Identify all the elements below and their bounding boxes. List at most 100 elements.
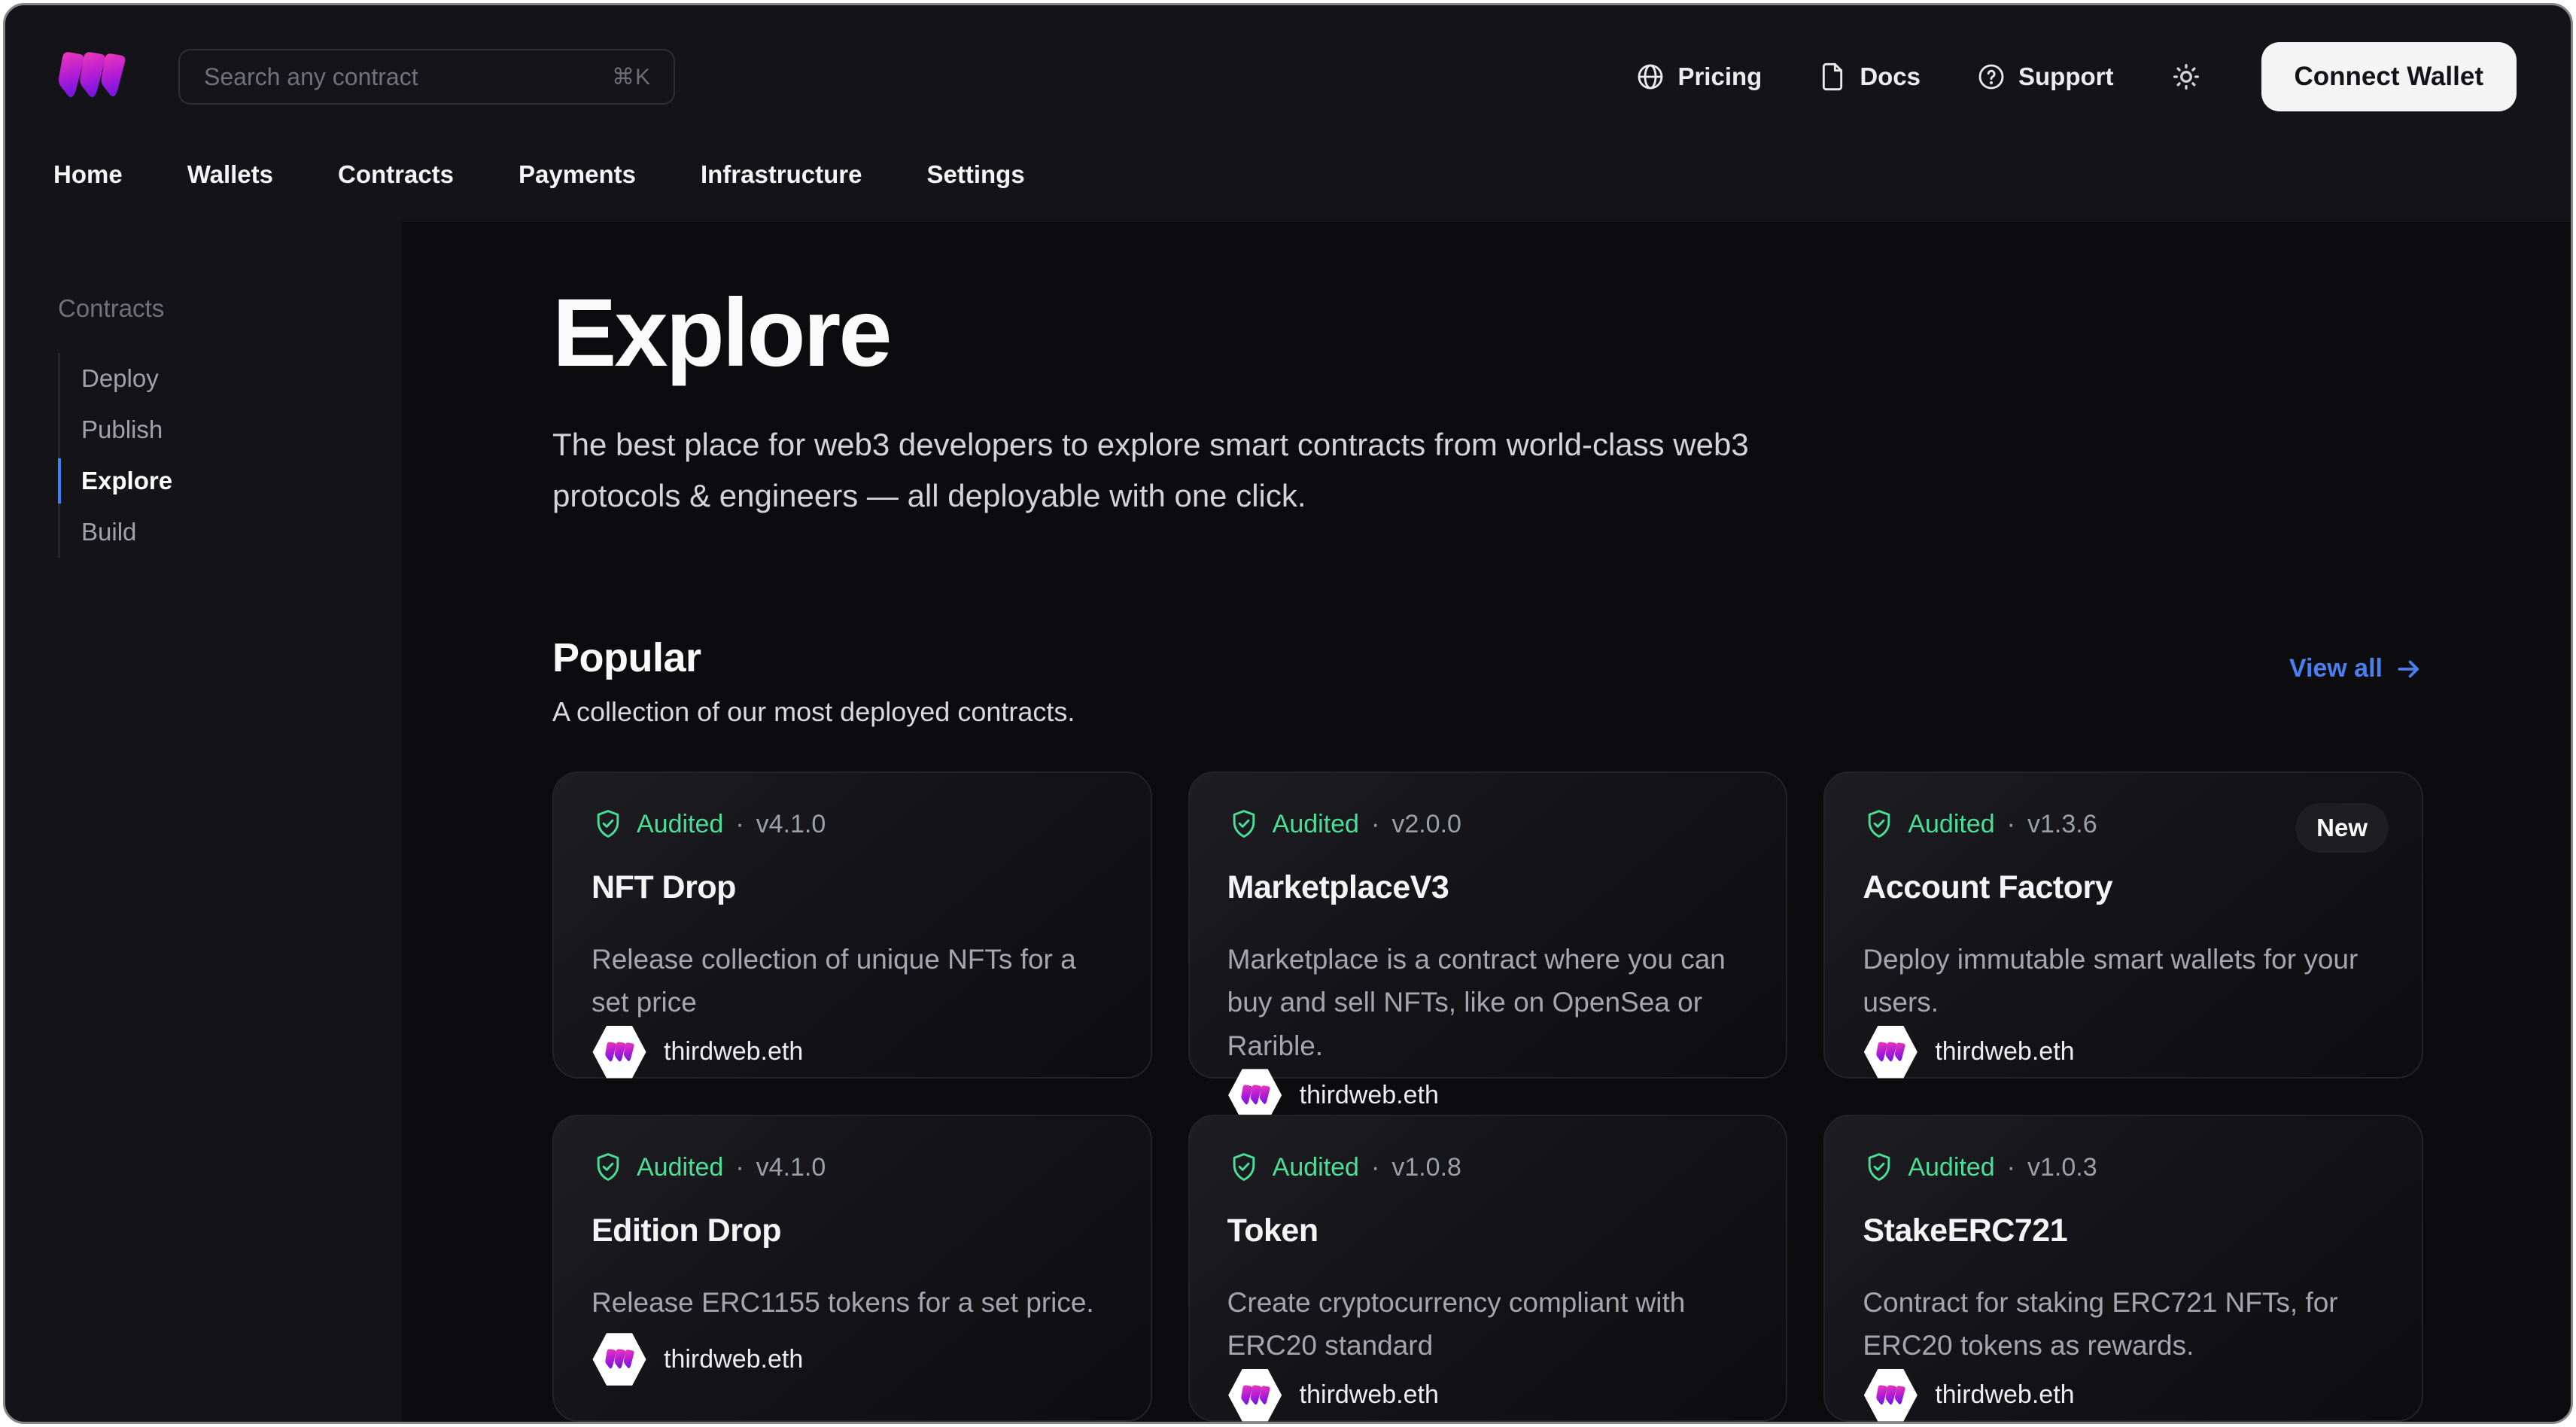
popular-subtitle: A collection of our most deployed contra… (552, 696, 1075, 728)
version-label: v1.0.3 (2027, 1152, 2097, 1182)
publisher-name: thirdweb.eth (664, 1344, 804, 1374)
contract-description: Release collection of unique NFTs for a … (592, 944, 1076, 1018)
sidebar-item[interactable]: Publish (60, 404, 402, 455)
pricing-link[interactable]: Pricing (1635, 62, 1762, 92)
contract-title: NFT Drop (592, 869, 736, 906)
sidebar-item-label: Deploy (81, 364, 159, 392)
sidebar-nav-list: Deploy Publish Explore Build (58, 353, 402, 558)
thirdweb-mini-logo-icon (1240, 1383, 1270, 1407)
docs-label: Docs (1860, 62, 1921, 90)
search-box[interactable]: ⌘K (178, 49, 675, 105)
sidebar-item-label: Build (81, 518, 137, 546)
publisher-avatar (1863, 1368, 1918, 1422)
sidebar-section-label: Contracts (58, 294, 165, 322)
version-label: v1.0.8 (1391, 1152, 1461, 1182)
sidebar-item-label: Publish (81, 415, 163, 443)
card-badge-row: Audited · v2.0.0 (1227, 808, 1749, 841)
app-window: ⌘K Pricing Docs (3, 3, 2573, 1424)
support-link[interactable]: Support (1976, 62, 2114, 92)
search-shortcut: ⌘K (611, 64, 651, 90)
contract-title: Edition Drop (592, 1212, 781, 1249)
card-footer: thirdweb.eth (1227, 1368, 1749, 1422)
nav-tab[interactable]: Infrastructure (701, 148, 862, 187)
version-label: v4.1.0 (756, 1152, 826, 1182)
popular-section-header: Popular A collection of our most deploye… (552, 634, 2423, 728)
contract-description: Marketplace is a contract where you can … (1227, 944, 1726, 1061)
thirdweb-mini-logo-icon (604, 1040, 634, 1064)
meta-separator: · (735, 1152, 744, 1182)
docs-link[interactable]: Docs (1817, 62, 1921, 92)
view-all-link[interactable]: View all (2289, 654, 2423, 683)
nav-tab[interactable]: Payments (519, 148, 636, 187)
audited-label: Audited (1272, 1152, 1359, 1182)
audited-label: Audited (637, 1152, 724, 1182)
publisher-name: thirdweb.eth (664, 1037, 804, 1066)
audited-label: Audited (1272, 809, 1359, 838)
contract-card[interactable]: Audited · v4.1.0 Edition Drop Release ER… (552, 1115, 1152, 1422)
popular-title: Popular (552, 635, 701, 681)
topbar-right: Pricing Docs Support Connect Wallet (1635, 42, 2517, 111)
version-label: v1.3.6 (2027, 809, 2097, 838)
audited-label: Audited (1908, 809, 1995, 838)
pricing-label: Pricing (1677, 62, 1762, 90)
contract-description: Release ERC1155 tokens for a set price. (592, 1287, 1094, 1319)
publisher-avatar (592, 1025, 646, 1079)
contract-description: Contract for staking ERC721 NFTs, for ER… (1863, 1287, 2338, 1362)
contract-card[interactable]: Audited · v2.0.0 MarketplaceV3 Marketpla… (1188, 771, 1788, 1121)
search-input[interactable] (202, 62, 612, 92)
thirdweb-mini-logo-icon (1875, 1040, 1905, 1064)
thirdweb-logo-icon[interactable] (53, 47, 129, 107)
publisher-avatar (1863, 1025, 1918, 1079)
sidebar-item[interactable]: Deploy (60, 353, 402, 404)
view-all-label: View all (2289, 654, 2383, 683)
shield-check-icon (1233, 810, 1255, 838)
page-subtitle: The best place for web3 developers to ex… (552, 427, 1749, 514)
nav-tab[interactable]: Settings (927, 148, 1025, 187)
sidebar-item-label: Explore (81, 467, 173, 494)
publisher-avatar (1228, 1368, 1282, 1422)
sidebar-item[interactable]: Explore (58, 455, 402, 507)
shield-check-icon (1869, 1153, 1890, 1182)
nav-tab[interactable]: Wallets (187, 148, 273, 187)
sidebar: Contracts Deploy Publish Explore Build (5, 222, 402, 1422)
shield-check-icon (597, 810, 619, 838)
page-title: Explore (552, 279, 893, 387)
theme-toggle-button[interactable] (2170, 60, 2203, 93)
content-area: Contracts Deploy Publish Explore Build E… (5, 222, 2571, 1422)
contract-card[interactable]: Audited · v1.0.8 Token Create cryptocurr… (1188, 1115, 1788, 1422)
publisher-name: thirdweb.eth (1935, 1380, 2075, 1410)
contract-title: StakeERC721 (1863, 1212, 2068, 1249)
sun-icon (2173, 63, 2199, 90)
audited-label: Audited (637, 809, 724, 838)
nav-tab[interactable]: Home (53, 148, 123, 187)
sidebar-item[interactable]: Build (60, 507, 402, 558)
version-label: v2.0.0 (1391, 809, 1461, 838)
contract-card[interactable]: Audited · v1.0.3 StakeERC721 Contract fo… (1823, 1115, 2423, 1422)
contract-card[interactable]: Audited · v4.1.0 NFT Drop Release collec… (552, 771, 1152, 1079)
publisher-avatar (592, 1333, 646, 1386)
card-badge-row: Audited · v1.0.8 (1227, 1151, 1749, 1184)
meta-separator: · (2006, 809, 2015, 838)
meta-separator: · (735, 809, 744, 838)
contract-title: Account Factory (1863, 869, 2113, 906)
contract-title: MarketplaceV3 (1227, 869, 1449, 906)
new-badge: New (2295, 803, 2389, 853)
globe-icon (1638, 64, 1663, 90)
card-footer: thirdweb.eth (592, 1024, 1113, 1080)
connect-wallet-button[interactable]: Connect Wallet (2261, 42, 2517, 111)
card-badge-row: Audited · v4.1.0 (592, 808, 1113, 841)
meta-separator: · (1370, 809, 1380, 838)
help-icon (1978, 64, 2004, 90)
shield-check-icon (1233, 1153, 1255, 1182)
doc-icon (1823, 62, 1843, 91)
version-label: v4.1.0 (756, 809, 826, 838)
thirdweb-mini-logo-icon (1875, 1383, 1905, 1407)
card-badge-row: Audited · v1.0.3 (1863, 1151, 2384, 1184)
thirdweb-mini-logo-icon (1240, 1083, 1270, 1107)
nav-tab[interactable]: Contracts (338, 148, 454, 187)
screen: ⌘K Pricing Docs (0, 0, 2576, 1427)
audited-label: Audited (1908, 1152, 1995, 1182)
thirdweb-mini-logo-icon (604, 1347, 634, 1371)
contract-title: Token (1227, 1212, 1318, 1249)
contract-card[interactable]: Audited · v1.3.6 New Account Factory Dep… (1823, 771, 2423, 1079)
